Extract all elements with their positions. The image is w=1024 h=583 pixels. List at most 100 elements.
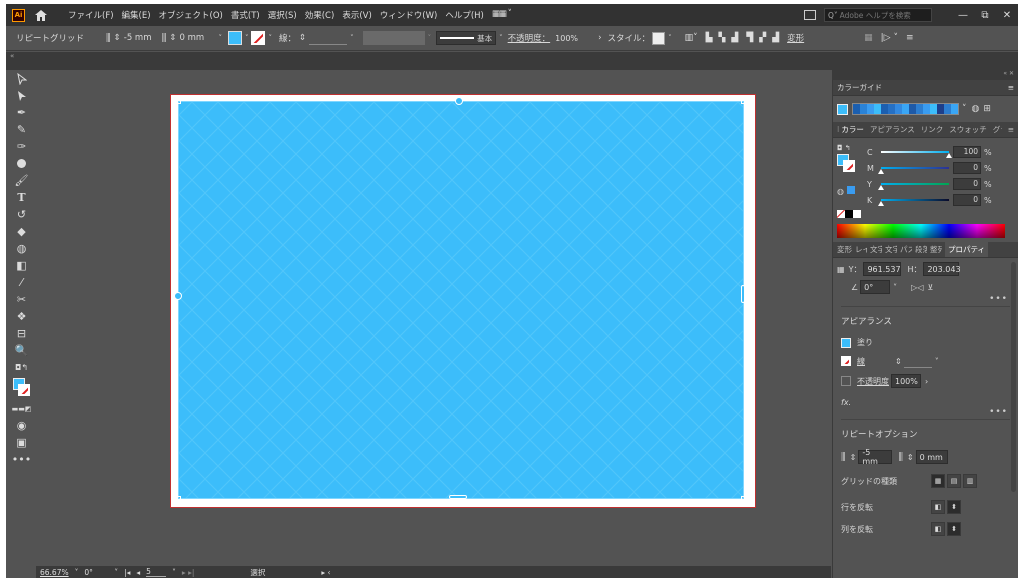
align-vcenter-icon[interactable]: ▞ xyxy=(759,33,766,43)
repeat-v-spacing-input[interactable]: 0 mm xyxy=(915,450,948,464)
screen-mode-icon[interactable]: ▣ xyxy=(10,434,33,451)
align-left-icon[interactable]: ▙ xyxy=(706,33,713,43)
properties-scrollbar[interactable] xyxy=(1011,262,1016,492)
y-input[interactable]: 961.537 xyxy=(863,262,902,276)
canvas-area[interactable] xyxy=(36,70,831,566)
align-right-icon[interactable]: ▟ xyxy=(731,33,738,43)
selection-tool-icon[interactable] xyxy=(10,70,33,87)
color-guide-title[interactable]: カラーガイド xyxy=(837,82,882,93)
blend-icon[interactable]: ✂ xyxy=(10,291,33,308)
right-spacing-handle[interactable] xyxy=(741,285,745,303)
top-center-handle[interactable] xyxy=(455,97,463,105)
status-menu-arrow[interactable]: ▸ ‹ xyxy=(321,568,330,577)
out-of-gamut-icon[interactable]: ◍ xyxy=(837,186,855,196)
opacity-arrow[interactable]: › xyxy=(598,33,601,43)
menu-window[interactable]: ウィンドウ(W) xyxy=(380,9,438,21)
shape-builder-icon[interactable]: ◍ xyxy=(10,240,33,257)
grid-type-row-icon[interactable]: ▤ xyxy=(947,474,961,488)
tab-layers[interactable]: レイヤー xyxy=(855,244,867,255)
ellipse-icon[interactable] xyxy=(10,155,33,172)
menu-view[interactable]: 表示(V) xyxy=(342,9,371,21)
angle-dropdown-icon[interactable]: ˅ xyxy=(893,283,897,292)
paintbrush-icon[interactable]: 🖌 xyxy=(10,172,33,189)
stroke-weight-dropdown[interactable]: ˅ xyxy=(935,357,939,366)
symbol-sprayer-icon[interactable]: ❖ xyxy=(10,308,33,325)
rotation-dropdown-icon[interactable]: ˅ xyxy=(114,568,118,577)
flip-row-v-icon[interactable]: ⬍ xyxy=(947,500,961,514)
black-value[interactable]: 0 xyxy=(953,194,981,206)
tab-align[interactable]: 整列 xyxy=(930,244,942,255)
flip-icon[interactable]: |▷ ˅ xyxy=(881,33,898,43)
black-slider[interactable] xyxy=(878,199,949,206)
rotation-value[interactable]: 0° xyxy=(84,568,108,577)
chevron-down-icon[interactable]: ˅ xyxy=(218,34,222,42)
save-group-icon[interactable]: ⊞ xyxy=(983,104,991,114)
rotate-icon[interactable]: ↺ xyxy=(10,206,33,223)
repeat-grid-object[interactable] xyxy=(178,101,744,499)
color-wheel-icon[interactable]: ◍ xyxy=(972,104,980,114)
fill-stroke-mini[interactable]: ◘ ↰ xyxy=(837,144,859,178)
corner-handle-tr[interactable] xyxy=(741,98,747,104)
brush-dropdown[interactable]: ˅ xyxy=(499,34,503,42)
artboard-dropdown-icon[interactable]: ˅ xyxy=(172,568,176,577)
home-icon[interactable] xyxy=(34,8,48,22)
eyedropper-icon[interactable]: ⁄ xyxy=(10,274,33,291)
h-spacing-stepper[interactable]: ⇕ xyxy=(114,33,121,43)
yellow-slider[interactable] xyxy=(878,183,949,190)
stroke-weight-stepper[interactable]: ⇕ xyxy=(299,33,306,43)
graphic-style-swatch[interactable] xyxy=(652,31,666,45)
magenta-value[interactable]: 0 xyxy=(953,162,981,174)
menu-object[interactable]: オブジェクト(O) xyxy=(159,9,223,21)
h-input[interactable]: 203.043 xyxy=(923,262,961,276)
eraser-icon[interactable]: ◆ xyxy=(10,223,33,240)
align-bottom-icon[interactable]: ▟ xyxy=(772,33,779,43)
collapse-toolbar-icon[interactable]: « xyxy=(10,52,14,60)
stroke-weight-input[interactable] xyxy=(309,31,348,45)
menu-effect[interactable]: 効果(C) xyxy=(305,9,335,21)
type-icon[interactable]: T xyxy=(10,189,33,206)
none-black-white-swatches[interactable] xyxy=(837,210,861,218)
h-spacing-stepper[interactable]: ⇕ xyxy=(850,453,857,462)
v-spacing-value[interactable]: 0 mm xyxy=(179,33,215,43)
appearance-more-icon[interactable]: ••• xyxy=(833,407,1018,417)
workspace-switcher-icon[interactable]: ▦▦ ˅ xyxy=(492,9,512,21)
recolor-icon[interactable]: ▥˅ xyxy=(685,33,698,43)
flip-vertical-icon[interactable]: ⊻ xyxy=(927,283,933,292)
more-tools-icon[interactable]: ••• xyxy=(10,451,33,468)
corner-handle-br[interactable] xyxy=(741,496,747,502)
maximize-icon[interactable]: ⧉ xyxy=(974,10,996,21)
variable-width-dropdown[interactable]: ˅ xyxy=(428,34,432,42)
flip-col-v-icon[interactable]: ⬍ xyxy=(947,522,961,536)
first-artboard-icon[interactable]: |◂ xyxy=(124,568,130,577)
transform-link[interactable]: 変形 xyxy=(787,32,804,44)
reference-point-icon[interactable]: ▦ xyxy=(837,265,845,274)
v-spacing-stepper[interactable]: ⇕ xyxy=(907,453,914,462)
gradient-icon[interactable]: ◧ xyxy=(10,257,33,274)
artboard-tool-icon[interactable]: ⊟ xyxy=(10,325,33,342)
arrange-docs-icon[interactable] xyxy=(804,10,816,20)
tab-pathfinder[interactable]: パス xyxy=(900,244,912,255)
menu-edit[interactable]: 編集(E) xyxy=(122,9,151,21)
bottom-spacing-handle[interactable] xyxy=(449,495,467,499)
fx-icon[interactable]: fx. xyxy=(841,398,851,407)
repeat-h-spacing-input[interactable]: -5 mm xyxy=(858,448,893,466)
variable-width-field[interactable] xyxy=(362,31,425,45)
appearance-stroke-swatch[interactable] xyxy=(841,356,851,366)
zoom-icon[interactable]: 🔍 xyxy=(10,342,33,359)
zoom-dropdown-icon[interactable]: ˅ xyxy=(75,568,79,577)
tab-gradient[interactable]: グラデーション xyxy=(993,124,1002,135)
color-spectrum[interactable] xyxy=(837,224,1005,238)
flip-row-h-icon[interactable]: ◧ xyxy=(931,500,945,514)
v-spacing-stepper[interactable]: ⇕ xyxy=(169,33,176,43)
appearance-opacity-input[interactable]: 100% xyxy=(891,374,921,388)
angle-input[interactable]: 0° xyxy=(860,280,891,294)
appearance-opacity-label[interactable]: 不透明度 xyxy=(857,376,889,387)
corner-handle-bl[interactable] xyxy=(175,496,181,502)
yellow-value[interactable]: 0 xyxy=(953,178,981,190)
draw-mode-icon[interactable]: ◉ xyxy=(10,417,33,434)
close-icon[interactable]: ✕ xyxy=(996,10,1018,21)
tab-appearance[interactable]: アピアランス xyxy=(870,124,915,135)
tab-character-styles[interactable]: 文字 xyxy=(885,244,897,255)
align-hcenter-icon[interactable]: ▚ xyxy=(719,33,726,43)
magenta-slider[interactable] xyxy=(878,167,949,174)
